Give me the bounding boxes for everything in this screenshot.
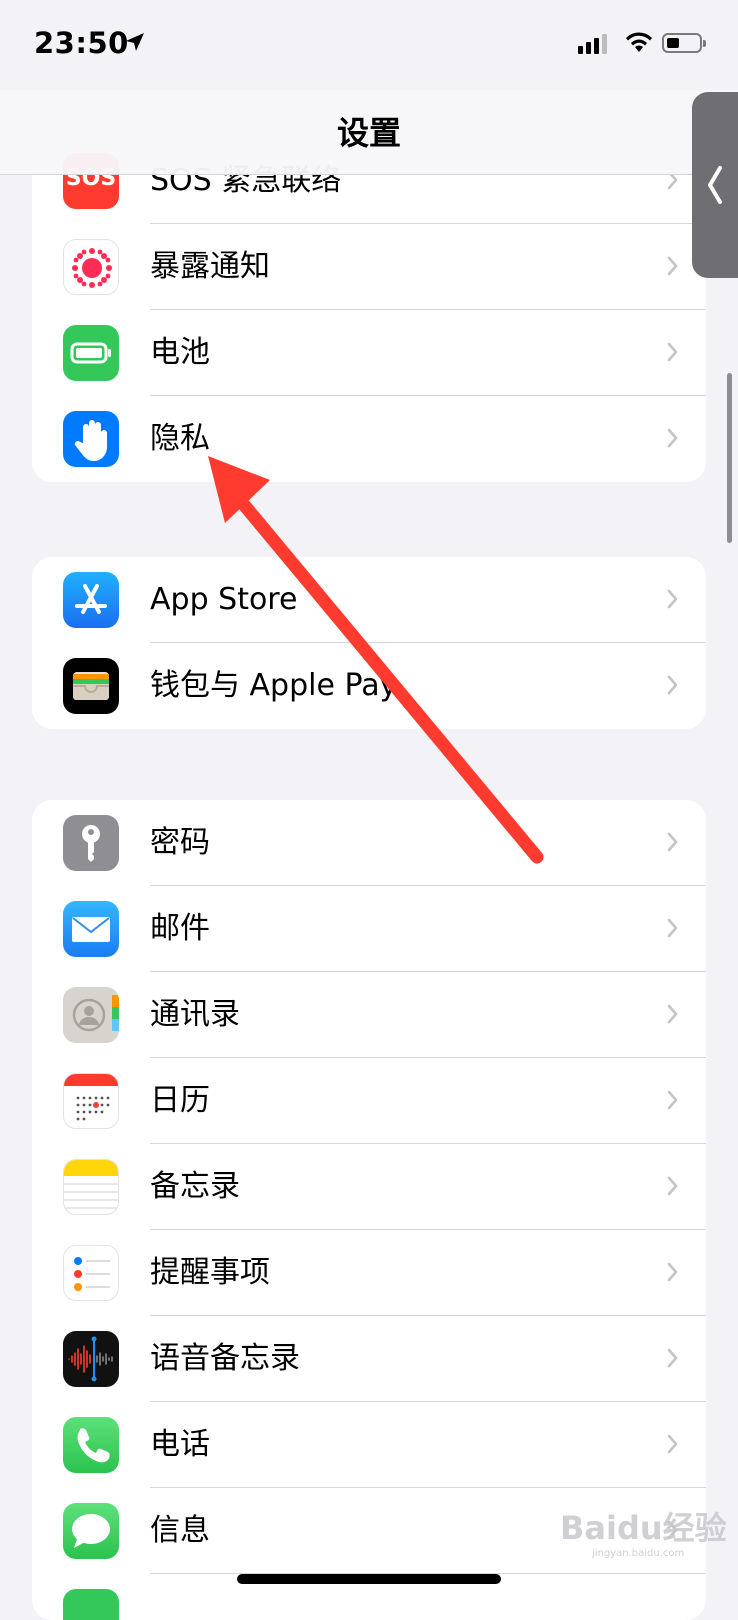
annotation-arrow <box>208 456 544 864</box>
